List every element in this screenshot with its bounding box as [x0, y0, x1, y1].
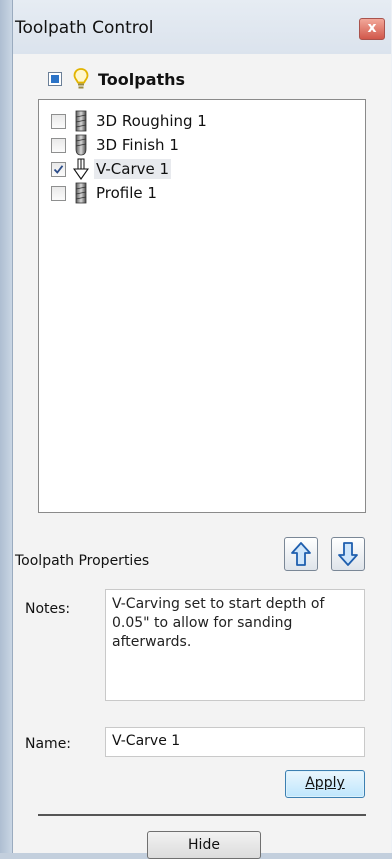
- tree-root: Toolpaths: [48, 66, 185, 92]
- end-mill-icon: [75, 110, 87, 132]
- arrow-up-icon: [291, 542, 311, 566]
- hide-button[interactable]: Hide: [147, 831, 261, 859]
- title-bar: Toolpath Control x: [13, 0, 391, 54]
- move-down-button[interactable]: [331, 537, 365, 571]
- apply-button[interactable]: Apply: [285, 770, 365, 798]
- close-icon: x: [367, 20, 377, 36]
- toolpath-properties-label: Toolpath Properties: [15, 553, 150, 569]
- panel-content: Toolpaths 3D Roughing 1 3D Finish 1 V-Ca…: [13, 54, 391, 859]
- divider: [38, 814, 366, 816]
- checkmark-icon: [53, 164, 64, 174]
- item-checkbox[interactable]: [51, 113, 66, 129]
- list-item[interactable]: 3D Roughing 1: [51, 109, 209, 133]
- list-item[interactable]: Profile 1: [51, 181, 159, 205]
- list-item[interactable]: 3D Finish 1: [51, 133, 181, 157]
- notes-label: Notes:: [25, 601, 71, 617]
- window-title: Toolpath Control: [15, 18, 154, 38]
- name-label: Name:: [25, 736, 72, 752]
- tree-title: Toolpaths: [98, 69, 186, 89]
- item-label: Profile 1: [96, 184, 157, 202]
- toolpath-control-panel: Toolpath Control x Toolpaths 3D Roughing…: [12, 0, 392, 859]
- window-frame-edge: [0, 0, 12, 853]
- root-checkbox[interactable]: [48, 72, 62, 86]
- arrow-down-icon: [338, 542, 358, 566]
- move-up-button[interactable]: [284, 537, 318, 571]
- item-checkbox[interactable]: [51, 185, 66, 201]
- notes-field[interactable]: V-Carving set to start depth of 0.05" to…: [105, 589, 365, 701]
- item-label: V-Carve 1: [94, 159, 172, 179]
- lightbulb-icon: [73, 68, 89, 89]
- list-item-selected[interactable]: V-Carve 1: [51, 157, 172, 181]
- item-checkbox-checked[interactable]: [51, 161, 66, 177]
- toolpath-list[interactable]: 3D Roughing 1 3D Finish 1 V-Carve 1 Prof…: [38, 99, 366, 513]
- name-field[interactable]: V-Carve 1: [105, 727, 365, 757]
- item-label: 3D Finish 1: [96, 136, 179, 154]
- item-label: 3D Roughing 1: [96, 112, 207, 130]
- end-mill-icon: [75, 182, 87, 204]
- item-checkbox[interactable]: [51, 137, 66, 153]
- v-bit-icon: [73, 158, 89, 180]
- ball-nose-icon: [75, 134, 87, 156]
- close-button[interactable]: x: [359, 18, 385, 40]
